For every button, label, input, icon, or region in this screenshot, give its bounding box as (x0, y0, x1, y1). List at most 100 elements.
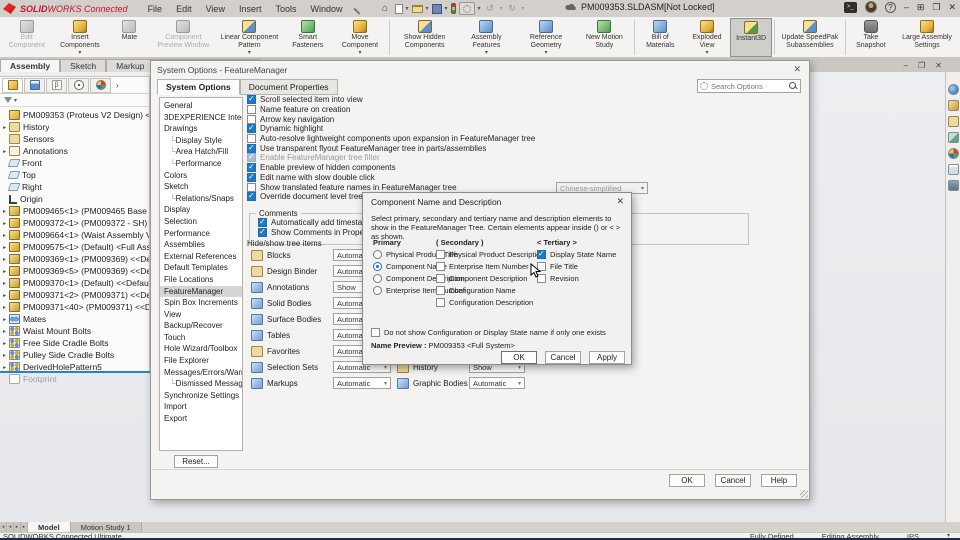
open-dropdown-arrow[interactable]: ▾ (426, 5, 429, 12)
ribbon-button-reference-geometry[interactable]: Reference Geometry ▾ (515, 18, 577, 57)
file-explorer-icon[interactable] (947, 116, 959, 127)
ribbon-button-take-snapshot[interactable]: Take Snapshot (848, 18, 894, 57)
tab-document-properties[interactable]: Document Properties (239, 79, 338, 95)
dropdown-arrow[interactable]: ▾ (358, 49, 361, 57)
tab-sketch[interactable]: Sketch (60, 59, 107, 72)
nav-external-references[interactable]: External References (160, 251, 242, 263)
modal-apply-button[interactable]: Apply (589, 351, 625, 364)
nav-synchronize[interactable]: Synchronize Settings (160, 390, 242, 402)
dropdown-arrow[interactable]: ▾ (78, 49, 81, 57)
checkbox-scroll-selected[interactable] (247, 94, 256, 105)
menu-tools[interactable]: Tools (269, 3, 302, 15)
checkbox-enterprise-item-number[interactable] (436, 262, 445, 271)
radio-component-description[interactable] (373, 274, 382, 283)
propertymanager-tab[interactable] (24, 77, 45, 93)
configurationmanager-tab[interactable]: β (46, 77, 67, 93)
nav-file-locations[interactable]: File Locations (160, 274, 242, 286)
ribbon-button-show-hidden-components[interactable]: Show Hidden Components (392, 18, 458, 57)
expand-caret[interactable]: ▸ (0, 268, 9, 275)
dialog-help-button[interactable]: Help (761, 474, 797, 487)
nav-view[interactable]: View (160, 309, 242, 321)
tree-item-origin[interactable]: Origin (0, 193, 149, 205)
tree-item-component[interactable]: ▸ PM009369<5> (PM009369) <<Def (0, 265, 149, 277)
nav-messages[interactable]: Messages/Errors/Warnings (160, 367, 242, 379)
ribbon-button-smart-fasteners[interactable]: Smart Fasteners (282, 18, 333, 57)
nav-colors[interactable]: Colors (160, 170, 242, 182)
tree-item-component[interactable]: ▸ PM009371<2> (PM009371) <<Def (0, 289, 149, 301)
undo-icon[interactable]: ↺ (484, 3, 497, 14)
modal-close-icon[interactable]: ✕ (616, 196, 624, 207)
nav-file-explorer[interactable]: File Explorer (160, 355, 242, 367)
radio-physical-product-title[interactable] (373, 250, 382, 259)
tab-scroll-prev[interactable]: ◂ (7, 522, 14, 532)
tree-item-component[interactable]: ▸ PM009370<1> (Default) <<Default (0, 277, 149, 289)
expand-caret[interactable]: ▸ (0, 244, 9, 251)
checkbox-component-description[interactable] (436, 274, 445, 283)
modal-cancel-button[interactable]: Cancel (545, 351, 581, 364)
nav-import[interactable]: Import (160, 401, 242, 413)
checkbox-slow-double-click[interactable] (247, 172, 256, 182)
menu-insert[interactable]: Insert (233, 3, 268, 15)
nav-default-templates[interactable]: Default Templates (160, 262, 242, 274)
nav-performance-drawings[interactable]: Performance (160, 158, 242, 170)
checkbox-name-feature[interactable] (247, 105, 256, 115)
filter-dropdown-arrow[interactable]: ▾ (14, 97, 17, 104)
ribbon-button-linear-component-pattern[interactable]: Linear Component Pattern ▾ (216, 18, 282, 57)
tree-item-top-plane[interactable]: Top (0, 169, 149, 181)
dialog-close-icon[interactable]: ✕ (793, 64, 801, 75)
filter-funnel-icon[interactable] (4, 97, 12, 103)
expand-caret[interactable]: ▸ (0, 304, 9, 311)
tab-assembly[interactable]: Assembly (0, 59, 61, 72)
checkbox-tree-filter[interactable] (247, 152, 256, 163)
nav-dismissed-messages[interactable]: Dismissed Messages (160, 378, 242, 390)
preview-screen-icon[interactable] (947, 180, 959, 191)
pin-menubar-icon[interactable] (352, 2, 365, 15)
menu-edit[interactable]: Edit (170, 3, 198, 15)
doc-minimize-button[interactable]: – (904, 61, 908, 70)
nav-general[interactable]: General (160, 100, 242, 112)
ribbon-button-assembly-features[interactable]: Assembly Features ▾ (458, 18, 516, 57)
ribbon-button-exploded-view[interactable]: Exploded View ▾ (684, 18, 730, 57)
windows-button[interactable]: ❐ (932, 2, 940, 13)
ribbon-button-large-assembly-settings[interactable]: Large Assembly Settings (894, 18, 960, 57)
ribbon-button-instant3d[interactable]: Instant3D (730, 18, 773, 57)
open-icon[interactable] (411, 4, 423, 13)
nav-area-hatch[interactable]: Area Hatch/Fill (160, 146, 242, 158)
dropdown-arrow[interactable]: ▾ (248, 49, 251, 57)
tree-item-component[interactable]: ▸ PM009575<1> (Default) <Full Ass (0, 241, 149, 253)
close-button[interactable]: ✕ (948, 2, 956, 13)
ribbon-button-insert-components[interactable]: Insert Components ▾ (51, 18, 108, 57)
tree-item-sensors[interactable]: Sensors (0, 133, 149, 145)
options-gear-icon[interactable] (458, 2, 475, 15)
modal-ok-button[interactable]: OK (501, 351, 537, 364)
nav-backup[interactable]: Backup/Recover (160, 320, 242, 332)
tree-item-component[interactable]: ▸ PM009664<1> (Waist Assembly V (0, 229, 149, 241)
new-document-icon[interactable] (394, 3, 403, 14)
tab-scroll-last[interactable]: ▸ (21, 522, 28, 532)
tab-system-options[interactable]: System Options (157, 79, 240, 95)
save-icon[interactable] (431, 3, 442, 14)
expand-caret[interactable]: ▸ (0, 340, 9, 347)
dropdown-arrow[interactable]: ▾ (485, 49, 488, 57)
ribbon-button-edit-component[interactable]: Edit Component (2, 18, 51, 57)
tree-item-footprint[interactable]: Footprint (0, 373, 149, 385)
checkbox-physical-product-description[interactable] (436, 250, 445, 259)
tab-scroll-first[interactable]: ◂ (0, 522, 7, 532)
expand-caret[interactable]: ▸ (0, 316, 9, 323)
nav-drawings[interactable]: Drawings (160, 123, 242, 135)
reset-button[interactable]: Reset... (174, 455, 218, 468)
tab-markup[interactable]: Markup (106, 59, 155, 72)
checkbox-timestamp-comment[interactable] (258, 217, 267, 228)
checkbox-override-tree-display[interactable] (247, 191, 256, 202)
redo-icon[interactable]: ↻ (506, 3, 519, 14)
dropdown-arrow[interactable]: ▾ (705, 49, 708, 57)
expand-caret[interactable]: ▸ (0, 256, 9, 263)
user-avatar[interactable] (864, 1, 877, 13)
radio-component-name[interactable] (373, 262, 382, 271)
displaymanager-tab[interactable] (90, 77, 111, 93)
undo-dropdown-arrow[interactable]: ▾ (500, 5, 503, 12)
nav-relations-snaps[interactable]: Relations/Snaps (160, 193, 242, 205)
dropdown-arrow[interactable]: ▾ (545, 49, 548, 57)
resize-grip[interactable] (800, 490, 808, 498)
checkbox-configuration-name[interactable] (436, 286, 445, 295)
